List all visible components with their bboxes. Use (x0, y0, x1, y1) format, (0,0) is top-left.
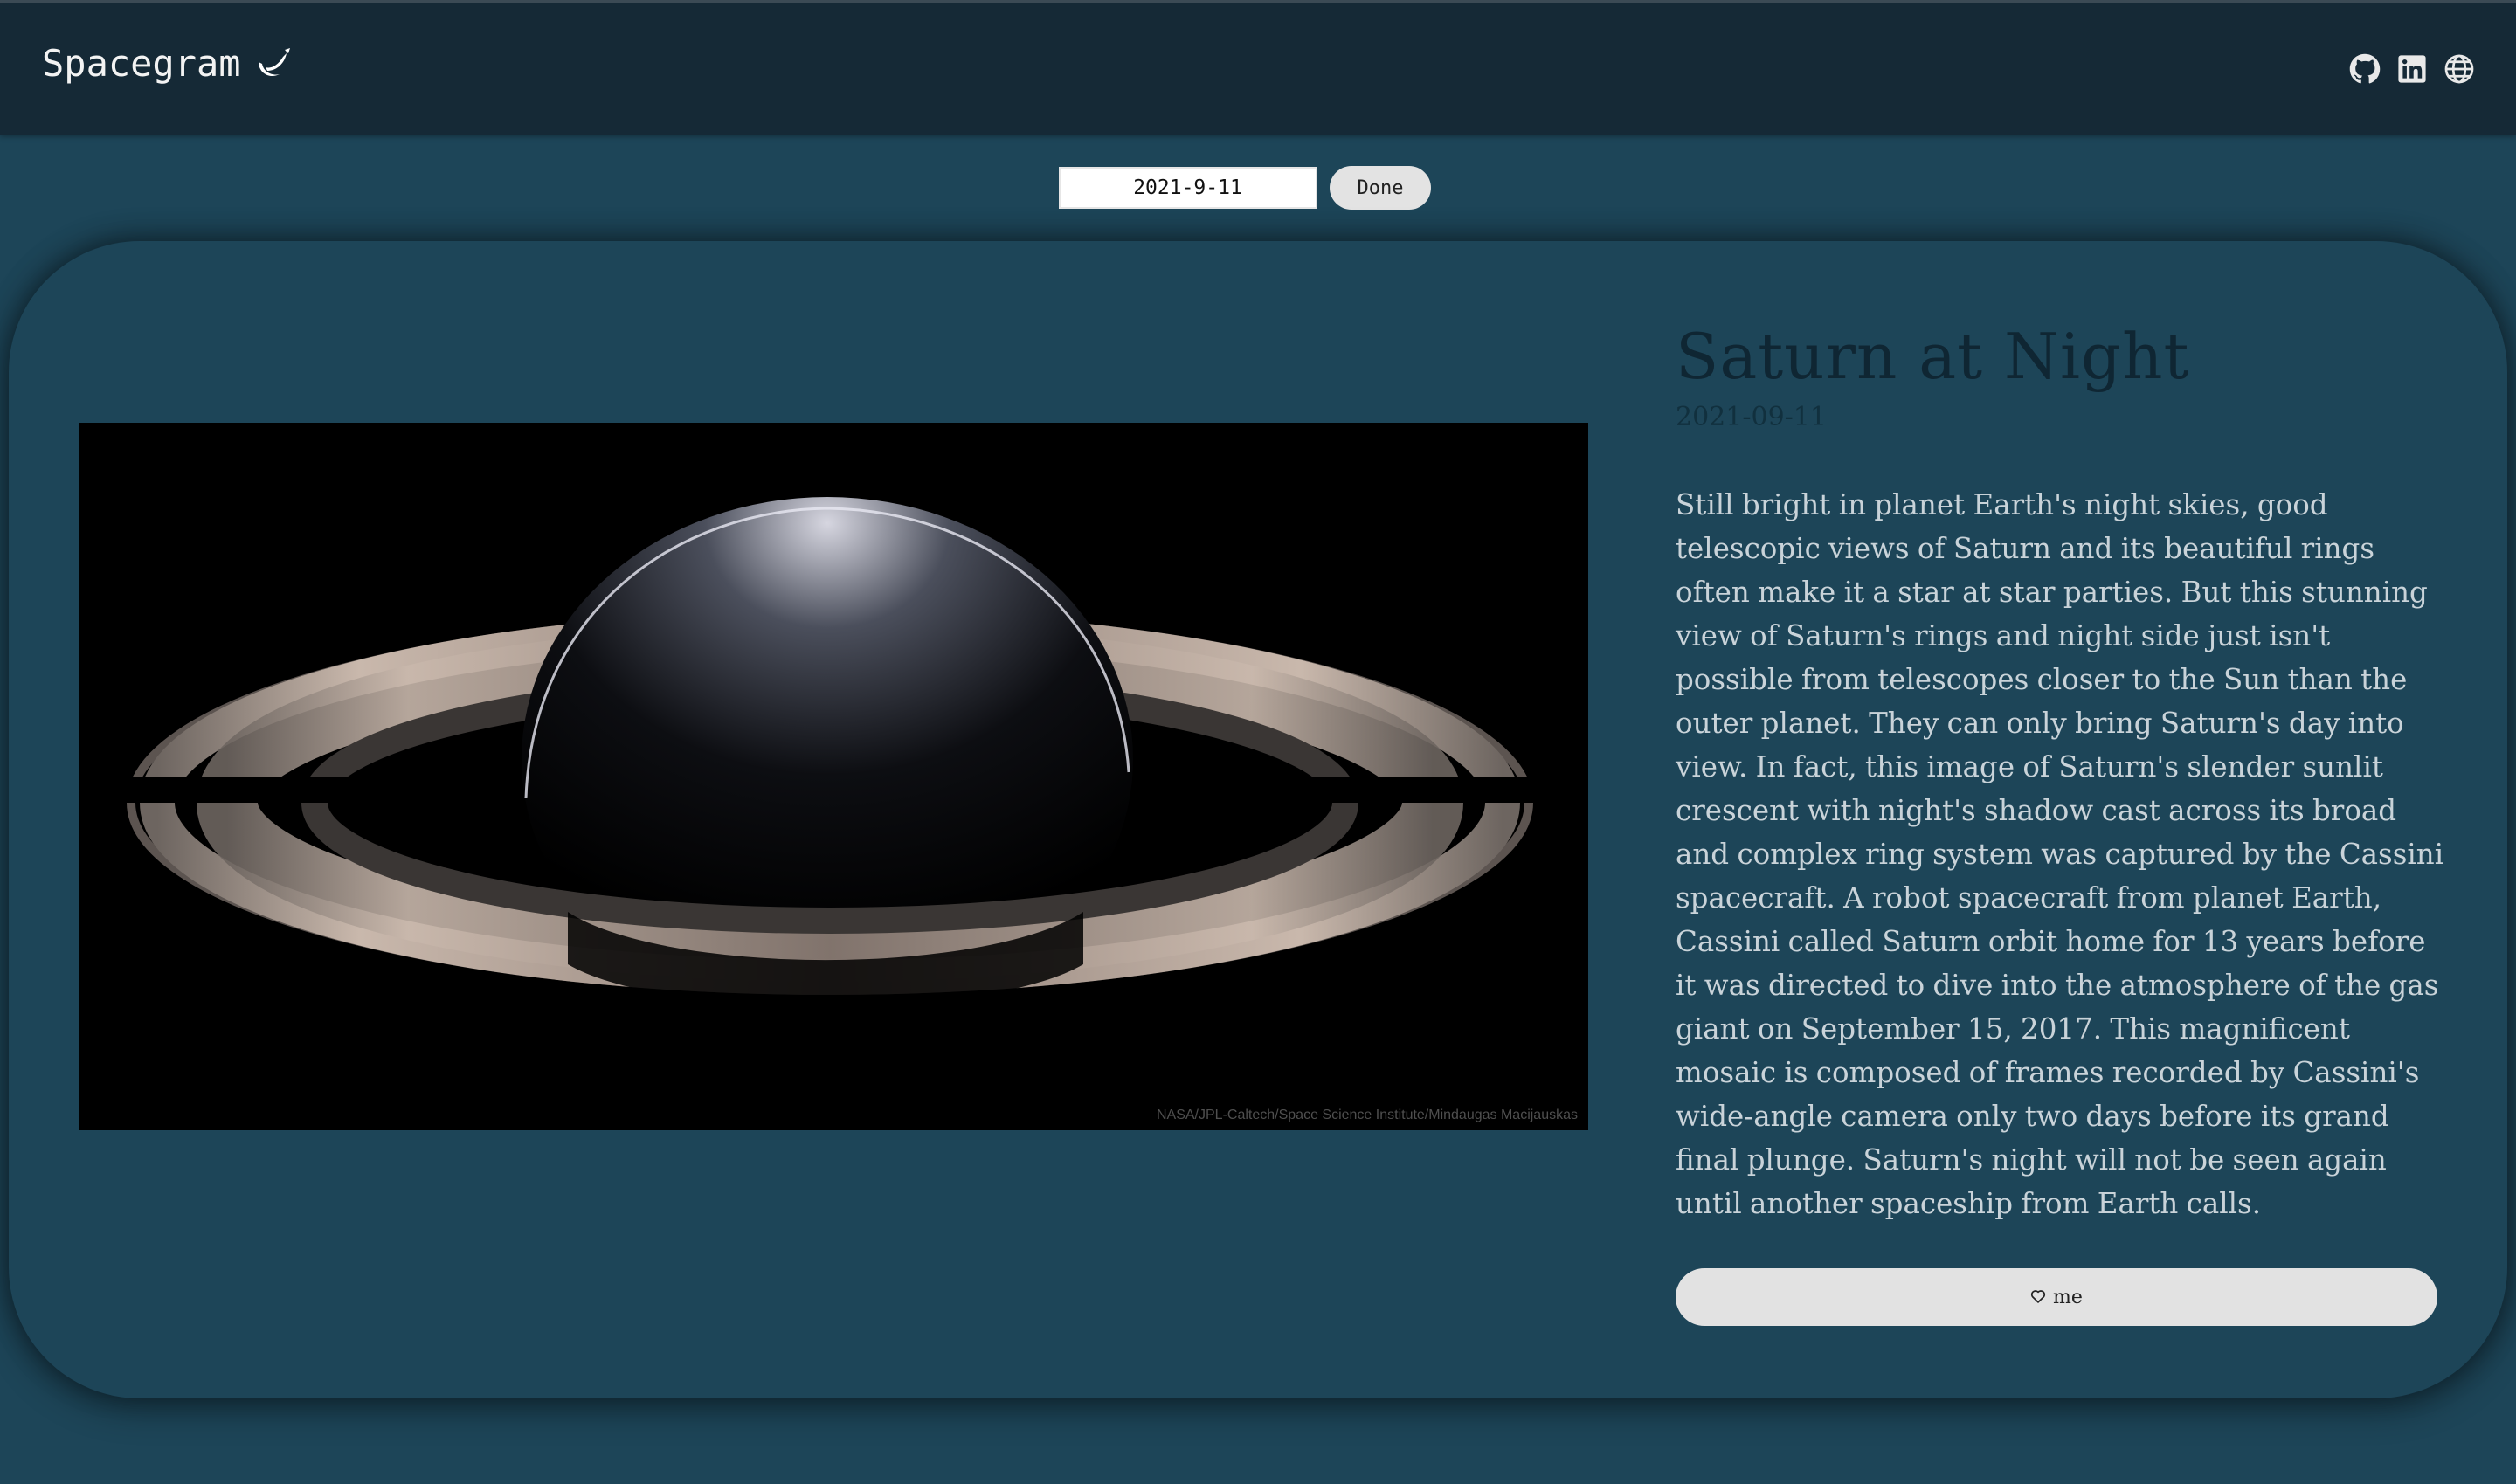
github-icon[interactable] (2348, 52, 2381, 86)
post-date: 2021-09-11 (1676, 402, 1827, 432)
image-credit: NASA/JPL-Caltech/Space Science Institute… (1156, 1108, 1578, 1122)
apod-image[interactable]: NASA/JPL-Caltech/Space Science Institute… (79, 423, 1588, 1130)
done-button[interactable]: Done (1329, 166, 1432, 210)
date-input[interactable] (1058, 167, 1317, 209)
like-button[interactable]: me (1676, 1268, 2437, 1326)
post-explanation: Still bright in planet Earth's night ski… (1676, 488, 2444, 1220)
top-navbar: Spacegram (0, 0, 2516, 135)
globe-icon[interactable] (2443, 52, 2476, 86)
apod-card: NASA/JPL-Caltech/Space Science Institute… (9, 241, 2507, 1398)
like-label: me (2053, 1286, 2083, 1308)
post-title: Saturn at Night (1676, 320, 2190, 393)
moon-rocket-icon (253, 46, 292, 81)
brand-name: Spacegram (42, 42, 241, 85)
linkedin-icon[interactable] (2395, 52, 2429, 86)
post-info: Saturn at Night 2021-09-11 Still bright … (1676, 320, 2444, 1254)
heart-outline-icon (2030, 1287, 2046, 1308)
date-picker-row: Done (0, 166, 2516, 210)
brand[interactable]: Spacegram (42, 42, 292, 85)
social-links (2348, 52, 2476, 86)
